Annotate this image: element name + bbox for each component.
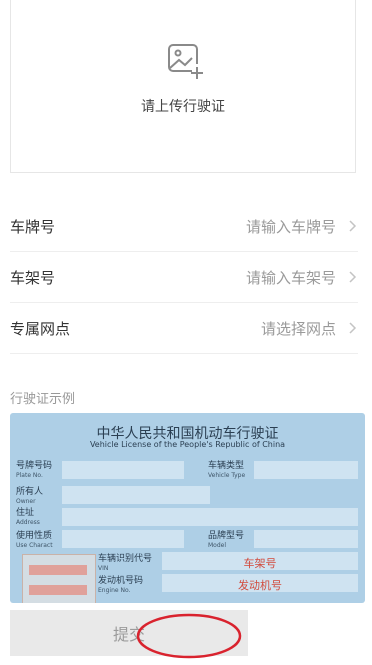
owner-label: 所有人 (16, 487, 44, 497)
vin-input[interactable]: 请输入车架号 (246, 267, 336, 288)
license-sample-title: 行驶证示例 (10, 392, 76, 407)
use-character-label-en: Use Charact (16, 542, 53, 549)
use-character-box (62, 530, 184, 548)
model-box (254, 530, 358, 548)
address-label-en: Address (16, 519, 40, 526)
branch-row[interactable]: 专属网点 请选择网点 (10, 303, 358, 354)
add-image-icon (168, 44, 204, 80)
plate-field-label: 号牌号码 (16, 461, 53, 471)
chevron-right-icon (349, 271, 357, 283)
chevron-right-icon (349, 322, 357, 334)
vehicle-type-label: 车辆类型 (208, 461, 245, 471)
plate-field-label-en: Plate No. (16, 472, 43, 479)
license-subtitle: Vehicle License of the People's Republic… (89, 440, 286, 449)
plate-number-label: 车牌号 (10, 217, 56, 236)
plate-number-input[interactable]: 请输入车牌号 (246, 216, 336, 237)
vin-field-label-en: VIN (98, 565, 109, 572)
submit-button[interactable]: 提交 (10, 610, 248, 656)
redacted-bar (29, 565, 87, 575)
plate-field-box (62, 461, 184, 479)
engine-field-label: 发动机号码 (98, 576, 144, 586)
vin-field-label: 车辆识别代号 (98, 554, 153, 564)
license-sample-image: 中华人民共和国机动车行驶证 Vehicle License of the Peo… (10, 413, 365, 603)
license-upload-area[interactable]: 请上传行驶证 (10, 0, 356, 173)
owner-label-en: Owner (16, 498, 36, 505)
plate-number-row[interactable]: 车牌号 请输入车牌号 (10, 201, 358, 252)
use-character-label: 使用性质 (16, 531, 53, 541)
stamp-area (22, 554, 96, 603)
upload-label: 请上传行驶证 (141, 99, 225, 115)
vehicle-type-box (254, 461, 358, 479)
engine-field-label-en: Engine No. (98, 587, 131, 594)
vin-label: 车架号 (10, 268, 56, 287)
model-label-en: Model (208, 542, 227, 549)
address-label: 住址 (16, 508, 35, 518)
model-label: 品牌型号 (208, 531, 245, 541)
redacted-bar (29, 585, 87, 595)
chevron-right-icon (349, 220, 357, 232)
owner-box (62, 486, 210, 504)
vin-highlight-text: 车架号 (243, 557, 277, 570)
engine-highlight-text: 发动机号 (238, 579, 282, 592)
address-box (62, 508, 358, 526)
vin-row[interactable]: 车架号 请输入车架号 (10, 252, 358, 303)
vehicle-type-label-en: Vehicle Type (208, 472, 246, 479)
branch-select[interactable]: 请选择网点 (261, 318, 336, 339)
branch-label: 专属网点 (10, 319, 71, 338)
